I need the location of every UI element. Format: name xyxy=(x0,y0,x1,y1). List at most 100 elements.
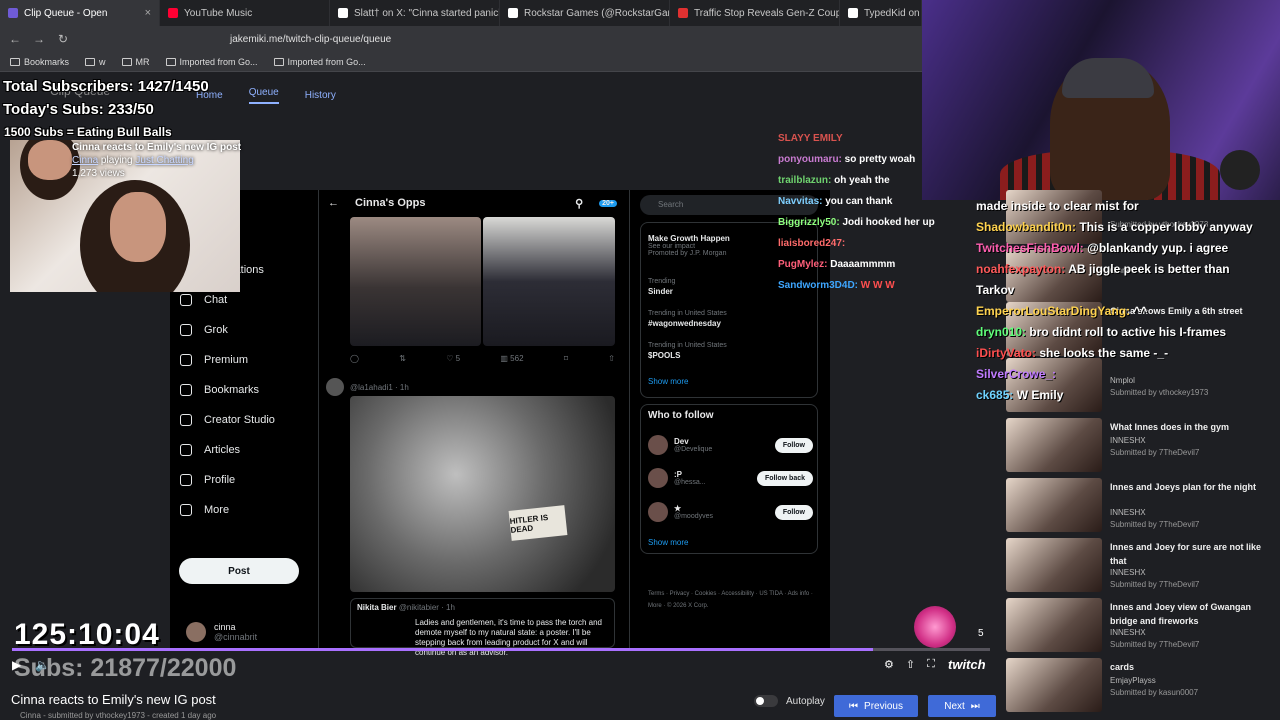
browser-tab[interactable]: TypedKid on X: "1. xyxy=(840,0,922,26)
avatar xyxy=(648,502,668,522)
chat-message: dryn010: bro didnt roll to active his I-… xyxy=(976,322,1276,343)
chat-username: TwitchesFishBowl: xyxy=(976,241,1084,255)
queue-title: Innes and Joey view of Gwangan bridge an… xyxy=(1110,602,1252,626)
share-icon[interactable]: ⇧ xyxy=(906,658,915,671)
nav-icon xyxy=(180,324,192,336)
autoplay-label: Autoplay xyxy=(786,695,825,707)
url-field[interactable]: jakemiki.me/twitch-clip-queue/queue xyxy=(230,34,391,45)
follow-handle: @moodyves xyxy=(674,513,714,520)
chat-username: liaisbored247: xyxy=(778,238,846,249)
playing-label: playing xyxy=(100,155,133,166)
previous-button[interactable]: ⏮ Previous xyxy=(834,695,918,717)
queue-channel: EmjayPlayss xyxy=(1110,676,1156,685)
queue-item[interactable]: Innes and Joeys plan for the night INNESH… xyxy=(1006,478,1278,534)
bookmark-item[interactable]: MR xyxy=(121,57,150,67)
x-nav-label: Bookmarks xyxy=(204,384,260,396)
play-icon[interactable]: ▶ xyxy=(12,658,21,672)
bookmark-item[interactable]: Imported from Go... xyxy=(273,57,366,67)
tab-favicon-icon xyxy=(8,8,18,18)
avatar xyxy=(186,622,206,642)
volume-icon[interactable]: 🔈 xyxy=(35,658,50,672)
queue-thumbnail xyxy=(1006,538,1102,592)
video-progress[interactable] xyxy=(12,648,990,651)
trend-name: Sinder xyxy=(648,287,673,296)
chat-text: made inside to clear mist for xyxy=(976,199,1139,213)
follow-suggestion: ★ @moodyves Follow xyxy=(648,502,813,522)
clip-subtitle: Cinna - submitted by vthockey1973 - crea… xyxy=(20,711,217,720)
chat-message: Shadowbandit0n: This is a copper lobby a… xyxy=(976,217,1276,238)
x-nav-label: Grok xyxy=(204,324,228,336)
game-link[interactable]: Just Chatting xyxy=(135,155,193,166)
queue-item[interactable]: Innes and Joey view of Gwangan bridge an… xyxy=(1006,598,1278,654)
queue-channel: INNESHX xyxy=(1110,436,1146,445)
chat-message: iDirtyVato: she looks the same -_- xyxy=(976,343,1276,364)
autoplay-toggle[interactable]: Autoplay xyxy=(754,695,825,707)
next-icon: ⏭ xyxy=(970,700,980,712)
promo-sub: See our impact xyxy=(648,243,696,250)
queue-channel: INNESHX xyxy=(1110,628,1146,637)
queue-item[interactable]: What Innes does in the gym INNESHX Submitt… xyxy=(1006,418,1278,474)
trend-name: #wagonwednesday xyxy=(648,319,721,328)
back-icon[interactable]: ← xyxy=(8,32,22,46)
webcam-hat xyxy=(1062,58,1154,98)
trend-item: Trending Sinder xyxy=(648,278,675,296)
bookmark-item[interactable]: Bookmarks xyxy=(10,57,69,67)
follow-button: Follow xyxy=(774,437,813,453)
chat-message: liaisbored247: xyxy=(778,233,978,254)
trend-category: Trending xyxy=(648,278,676,285)
browser-tab[interactable]: Rockstar Games (@RockstarGames) / xyxy=(500,0,670,26)
queue-thumbnail xyxy=(1006,658,1102,712)
chat-username: Sandworm3D4D: xyxy=(778,280,859,291)
avatar xyxy=(648,435,668,455)
next-button[interactable]: Next ⏭ xyxy=(928,695,996,717)
chat-username: Navvitas: xyxy=(778,196,823,207)
chat-text: W Emily xyxy=(1016,388,1064,402)
tab-label: TypedKid on X: "1. xyxy=(864,7,921,19)
close-tab-icon[interactable]: × xyxy=(145,7,151,19)
channel-link[interactable]: Cinna xyxy=(72,155,98,166)
fullscreen-icon[interactable]: ⛶ xyxy=(927,658,935,671)
follow-display-name: Dev xyxy=(674,437,689,446)
today-subs-overlay: Today's Subs: 233/50 xyxy=(3,101,154,118)
tab-label: Clip Queue - Open xyxy=(24,7,108,19)
chat-text: Jodi hooked her up xyxy=(842,217,935,228)
queue-channel: INNESHX xyxy=(1110,568,1146,577)
nav-queue[interactable]: Queue xyxy=(248,87,279,104)
nav-icon xyxy=(180,474,192,486)
chat-username: iDirtyVato: xyxy=(976,346,1037,360)
bookmark-label: Bookmarks xyxy=(24,56,70,67)
quote-name: Nikita Bier xyxy=(357,603,397,612)
bookmark-item[interactable]: Imported from Go... xyxy=(165,57,258,67)
nav-history[interactable]: History xyxy=(305,90,336,101)
reload-icon[interactable]: ↻ xyxy=(56,32,70,46)
tab-bar: Clip Queue - Open × YouTube Music Slatt† on… xyxy=(0,0,922,26)
chat-message: SilverCrowe_: xyxy=(976,364,1276,385)
browser-tab[interactable]: Slatt† on X: "Cinna started panick xyxy=(330,0,500,26)
who-to-follow-title: Who to follow xyxy=(648,410,714,421)
chat-username: ponyoumaru: xyxy=(778,154,842,165)
chat-text: W W W xyxy=(860,280,895,291)
browser-tab[interactable]: Clip Queue - Open × xyxy=(0,0,160,26)
x-nav-item: Premium xyxy=(180,345,310,375)
browser-tab[interactable]: YouTube Music xyxy=(160,0,330,26)
microphone xyxy=(1220,150,1260,190)
queue-thumbnail xyxy=(1006,418,1102,472)
chat-username: PugMylez: xyxy=(778,259,828,270)
bookmark-item[interactable]: w xyxy=(85,57,106,67)
chat-username: Shadowbandit0n: xyxy=(976,220,1076,234)
stream-timer: 125:10:04 xyxy=(14,618,160,651)
twitch-logo[interactable]: twitch xyxy=(948,657,986,672)
tab-favicon-icon xyxy=(508,8,518,18)
follow-name: Dev @Develique xyxy=(674,437,769,453)
x-list-title: Cinna's Opps xyxy=(355,197,426,209)
queue-item[interactable]: Innes and Joey for sure are not like tha… xyxy=(1006,538,1278,594)
queue-item[interactable]: cards EmjayPlayss Submitted by kasun0007 xyxy=(1006,658,1278,714)
toggle-switch[interactable] xyxy=(754,695,778,707)
queue-title: cards xyxy=(1110,662,1135,672)
browser-tab[interactable]: Traffic Stop Reveals Gen-Z Couple's T xyxy=(670,0,840,26)
chat-message: PugMylez: Daaaammmm xyxy=(778,254,978,275)
settings-icon[interactable]: ⚙ xyxy=(884,658,894,671)
chat-text: you can thank xyxy=(825,196,893,207)
promo-title: Make Growth Happen xyxy=(648,234,730,243)
forward-icon[interactable]: → xyxy=(32,32,46,46)
